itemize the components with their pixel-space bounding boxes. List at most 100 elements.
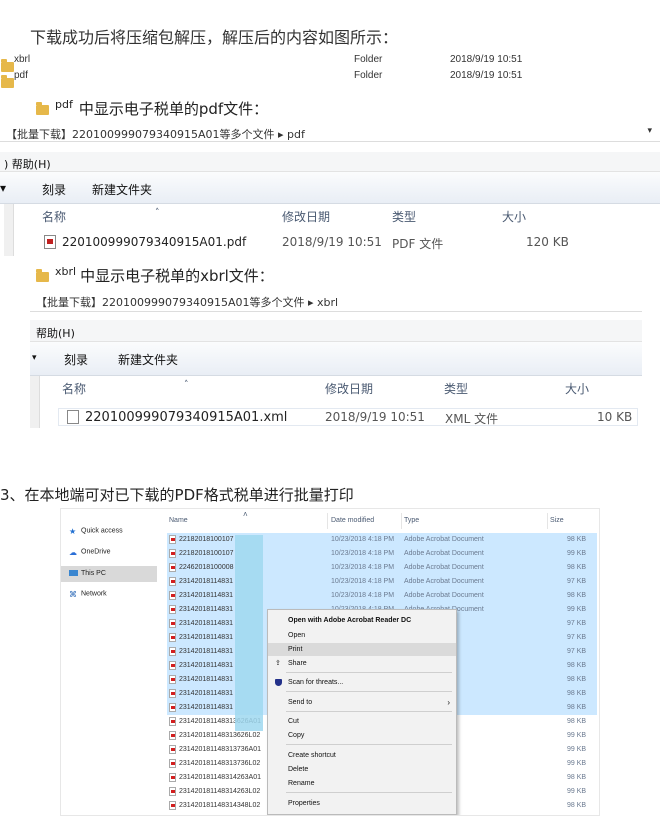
menu-create-shortcut[interactable]: Create shortcut (268, 749, 456, 762)
file-type: Adobe Acrobat Document (404, 564, 484, 571)
file-date: 10/23/2018 4:18 PM (331, 578, 395, 585)
pdf-file-icon (169, 661, 176, 670)
pdf-file-icon (44, 235, 56, 249)
address-bar[interactable]: 【批量下载】220100999079340915A01等多个文件 ▸ xbrl (30, 290, 642, 312)
xbrl-folder-label: xbrl (55, 265, 77, 278)
pdf-file-icon (169, 731, 176, 740)
new-folder-button[interactable]: 新建文件夹 (92, 181, 152, 198)
file-row[interactable]: 22182018100107 10/23/2018 4:18 PM Adobe Ac… (167, 547, 597, 561)
new-folder-button[interactable]: 新建文件夹 (118, 351, 178, 368)
xml-file-icon (67, 410, 79, 424)
folder-row[interactable]: pdf Folder 2018/9/19 10:51 (0, 68, 660, 88)
menu-rename[interactable]: Rename (268, 777, 456, 790)
file-name: 231420181148314263L02 (179, 788, 261, 795)
file-date: 2018/9/19 10:51 (282, 235, 382, 249)
file-row[interactable]: 22462018100008 10/23/2018 4:18 PM Adobe Ac… (167, 561, 597, 575)
column-header: 名称 ˄ 修改日期 类型 大小 (0, 208, 660, 226)
file-name: 231420181148313626L02 (179, 732, 261, 739)
col-name[interactable]: 名称 (42, 208, 66, 225)
folder-name: pdf (14, 70, 28, 81)
file-name: 23142018114831 (179, 704, 233, 711)
col-type[interactable]: Type (404, 517, 419, 524)
address-bar[interactable]: 【批量下载】220100999079340915A01等多个文件 ▸ pdf (0, 122, 660, 142)
file-name: 23142018114831 (179, 648, 233, 655)
menu-help[interactable]: 帮助(H) (36, 327, 75, 340)
file-size: 120 KB (526, 235, 569, 249)
nav-pane: ★ Quick access ☁ OneDrive This PC ⌘ Network (61, 509, 161, 815)
pdf-file-icon (169, 703, 176, 712)
intro-text: 下载成功后将压缩包解压，解压后的内容如图所示： (30, 28, 399, 47)
file-name: 231420181148314263A01 (179, 774, 262, 781)
col-size[interactable]: 大小 (502, 208, 526, 225)
file-type: PDF 文件 (392, 237, 444, 251)
pdf-file-icon (169, 549, 176, 558)
file-date: 10/23/2018 4:18 PM (331, 536, 395, 543)
pdf-folder-label: pdf (55, 98, 73, 111)
burn-button[interactable]: 刻录 (64, 351, 88, 368)
pdf-file-icon (169, 633, 176, 642)
file-size: 99 KB (567, 606, 587, 613)
nav-onedrive[interactable]: ☁ OneDrive (69, 548, 111, 557)
menu-delete[interactable]: Delete (268, 763, 456, 776)
menu-scan[interactable]: Scan for threats... (268, 676, 456, 689)
toolbar-dropdown[interactable]: ▾ (0, 181, 6, 195)
file-name: 22462018100008 (179, 564, 234, 571)
file-row[interactable]: 220100999079340915A01.xml 2018/9/19 10:5… (58, 408, 638, 426)
folder-row[interactable]: xbrl Folder 2018/9/19 10:51 (0, 52, 660, 72)
file-type: Adobe Acrobat Document (404, 592, 484, 599)
menu-send-to[interactable]: Send to › (268, 696, 456, 709)
file-name: 23142018114831 (179, 606, 233, 613)
menu-share[interactable]: ⇪ Share (268, 657, 456, 670)
file-name: 231420181148314348L02 (179, 802, 261, 809)
col-type[interactable]: 类型 (392, 208, 416, 225)
file-name: 231420181148313736A01 (179, 746, 262, 753)
menu-open[interactable]: Open (268, 629, 456, 642)
file-row[interactable]: 220100999079340915A01.pdf 2018/9/19 10:5… (0, 235, 660, 251)
file-name: 22182018100107 (179, 536, 234, 543)
file-name: 220100999079340915A01.pdf (62, 235, 247, 249)
chevron-down-icon[interactable]: ▾ (32, 353, 37, 363)
col-name[interactable]: Name (169, 517, 188, 524)
share-icon: ⇪ (275, 660, 281, 667)
menu-cut[interactable]: Cut (268, 715, 456, 728)
col-date[interactable]: Date modified (331, 517, 374, 524)
file-row[interactable]: 23142018114831 10/23/2018 4:18 PM Adobe Ac… (167, 575, 597, 589)
file-size: 98 KB (567, 718, 587, 725)
xbrl-section-text: 中显示电子税单的xbrl文件： (80, 267, 274, 285)
nav-quick-access[interactable]: ★ Quick access (69, 527, 123, 536)
pdf-file-icon (169, 801, 176, 810)
pdf-explorer-window: 【批量下载】220100999079340915A01等多个文件 ▸ pdf ▾… (0, 122, 660, 256)
file-type: Adobe Acrobat Document (404, 578, 484, 585)
file-size: 98 KB (567, 662, 587, 669)
pdf-file-icon (169, 619, 176, 628)
file-row[interactable]: 23142018114831 10/23/2018 4:18 PM Adobe Ac… (167, 589, 597, 603)
col-name[interactable]: 名称 (62, 380, 86, 397)
menu-copy[interactable]: Copy (268, 729, 456, 742)
file-row[interactable]: 22182018100107 10/23/2018 4:18 PM Adobe Ac… (167, 533, 597, 547)
folder-icon (36, 101, 49, 115)
pdf-file-icon (169, 605, 176, 614)
nav-network[interactable]: ⌘ Network (69, 590, 107, 599)
folder-type: Folder (354, 54, 383, 65)
pdf-file-icon (169, 647, 176, 656)
file-size: 99 KB (567, 760, 587, 767)
burn-button[interactable]: 刻录 (42, 181, 66, 198)
monitor-icon (69, 570, 78, 577)
file-name: 23142018114831 (179, 620, 233, 627)
file-name: 220100999079340915A01.xml (85, 410, 288, 425)
file-size: 98 KB (567, 704, 587, 711)
menu-open-with-acrobat[interactable]: Open with Adobe Acrobat Reader DC (268, 614, 456, 627)
chevron-down-icon[interactable]: ▾ (647, 126, 652, 136)
menu-help[interactable]: ) 帮助(H) (4, 158, 51, 171)
col-date[interactable]: 修改日期 (325, 380, 373, 397)
menu-print[interactable]: Print (268, 643, 456, 656)
col-date[interactable]: 修改日期 (282, 208, 330, 225)
nav-label: OneDrive (81, 548, 111, 556)
menu-properties[interactable]: Properties (268, 797, 456, 810)
col-size[interactable]: Size (550, 517, 564, 524)
file-name: 22182018100107 (179, 550, 234, 557)
nav-this-pc[interactable]: This PC (61, 566, 157, 582)
col-size[interactable]: 大小 (565, 380, 589, 397)
folder-name: xbrl (14, 54, 31, 65)
col-type[interactable]: 类型 (444, 380, 468, 397)
